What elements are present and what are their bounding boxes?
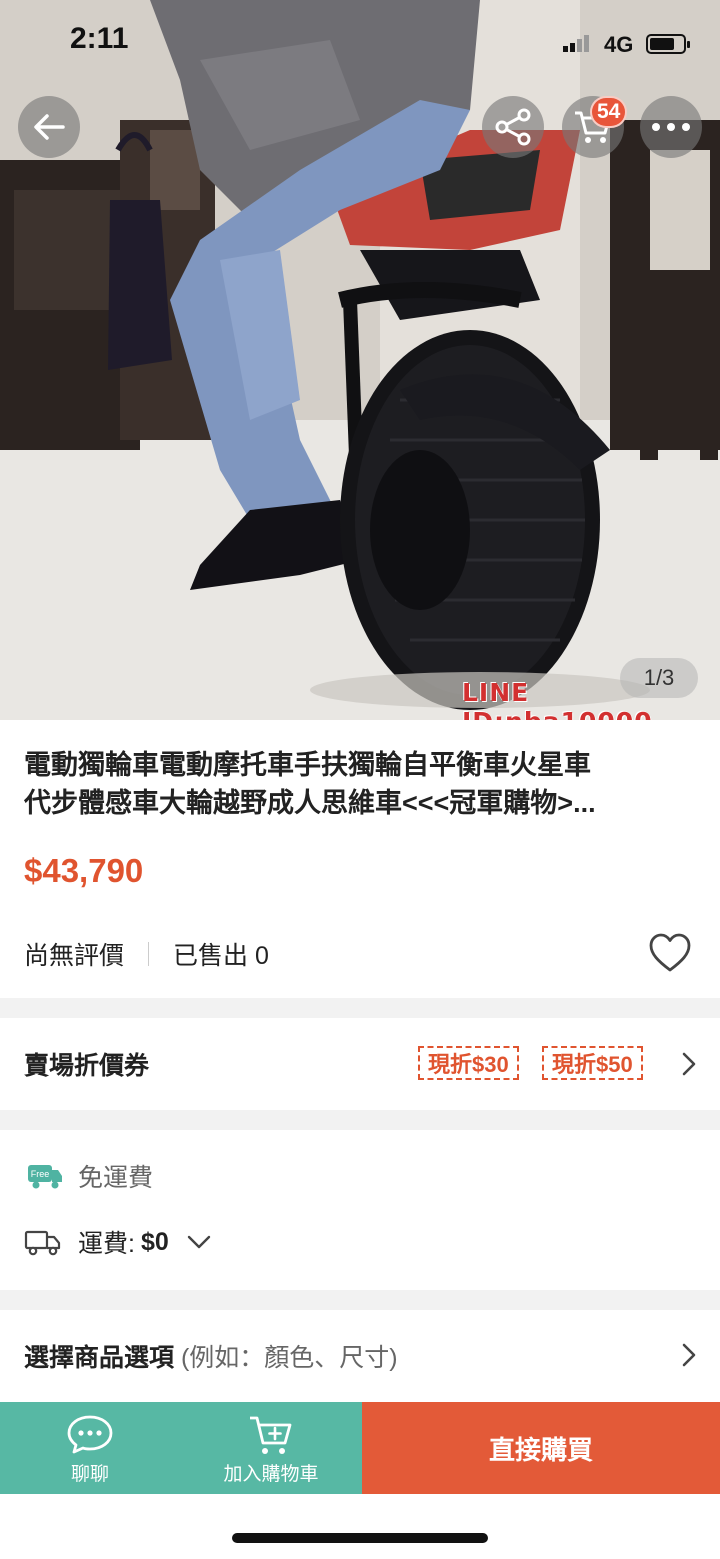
more-options-button[interactable] [640, 96, 702, 158]
back-button[interactable] [18, 96, 80, 158]
free-shipping-truck-icon: Free [28, 1165, 62, 1189]
product-price: $43,790 [24, 852, 144, 889]
options-label: 選擇商品選項 [24, 1344, 175, 1372]
share-icon [495, 108, 531, 146]
shipping-fee-value: $0 [140, 1227, 169, 1256]
add-to-cart-button[interactable]: 加入購物車 [180, 1402, 362, 1494]
coupon-badge[interactable]: 現折$50 [542, 1046, 643, 1080]
shipping-fee-label: 運費: [78, 1230, 135, 1258]
cart-plus-icon [250, 1416, 292, 1454]
chevron-right-icon [682, 1343, 696, 1367]
coupon-label: 賣場折價券 [24, 1052, 150, 1080]
status-time: 2:11 [70, 22, 129, 55]
sold-count: 已售出 0 [173, 942, 269, 970]
add-to-cart-label: 加入購物車 [223, 1464, 319, 1485]
home-indicator[interactable] [232, 1533, 488, 1543]
truck-icon [24, 1230, 61, 1256]
buy-now-button[interactable]: 直接購買 [362, 1402, 720, 1494]
section-gap [0, 1110, 720, 1130]
bottom-action-bar: 聊聊 加入購物車 直接購買 [0, 1402, 720, 1494]
free-shipping-label: 免運費 [78, 1164, 154, 1192]
network-type: 4G [604, 32, 634, 57]
free-badge-text: Free [31, 1169, 50, 1179]
product-title-line2: 代步體感車大輪越野成人思維車<<<冠軍購物>... [24, 788, 596, 818]
image-watermark: LINE ID:nba10000 [462, 678, 652, 720]
chevron-down-icon [187, 1235, 210, 1249]
free-shipping-row: Free 免運費 [24, 1158, 153, 1194]
coupon-badge[interactable]: 現折$30 [418, 1046, 519, 1080]
battery-icon [646, 34, 690, 54]
heart-icon [649, 933, 691, 972]
options-hint: (例如：顏色、尺寸) [174, 1344, 398, 1372]
share-button[interactable] [482, 96, 544, 158]
stats-divider [148, 942, 150, 966]
product-title: 電動獨輪車電動摩托車手扶獨輪自平衡車火星車 代步體感車大輪越野成人思維車<<<冠… [24, 746, 696, 822]
status-bar: 2:11 4G [0, 0, 720, 88]
arrow-left-icon [34, 114, 65, 140]
chat-label: 聊聊 [70, 1464, 109, 1485]
product-title-line1: 電動獨輪車電動摩托車手扶獨輪自平衡車火星車 [24, 750, 591, 780]
product-stats: 尚無評價 已售出 0 [24, 936, 269, 972]
cart-count-badge: 54 [590, 96, 628, 128]
chat-button[interactable]: 聊聊 [0, 1402, 180, 1494]
section-gap [0, 998, 720, 1018]
shipping-fee-row[interactable]: 運費: $0 [24, 1224, 213, 1260]
signal-icon [563, 34, 591, 52]
select-options-text: 選擇商品選項 (例如：顏色、尺寸) [24, 1338, 398, 1374]
chat-bubble-icon [67, 1415, 113, 1454]
section-gap [0, 1290, 720, 1310]
more-dots-icon [652, 123, 690, 131]
rating-text[interactable]: 尚無評價 [24, 936, 124, 972]
chevron-right-icon [682, 1052, 696, 1076]
product-image-gallery[interactable]: 2:11 4G 54 1/3 LINE ID:nba10000 [0, 0, 720, 720]
favorite-button[interactable] [648, 932, 692, 979]
